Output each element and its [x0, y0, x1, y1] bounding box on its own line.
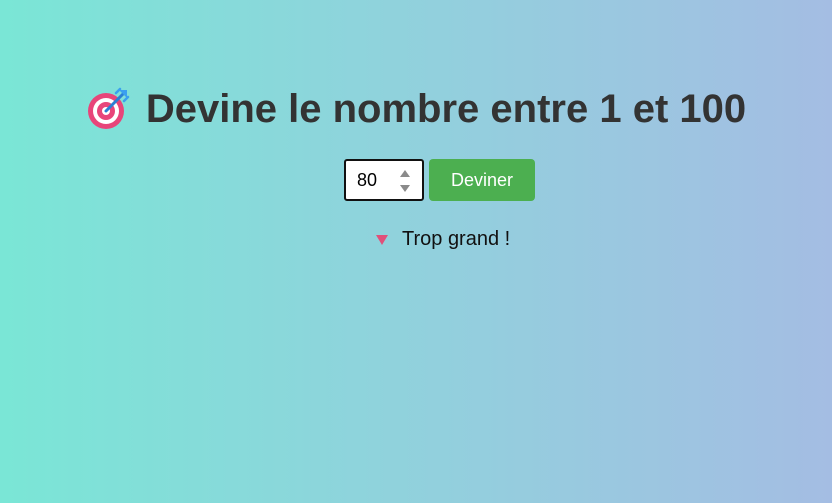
guess-number-input[interactable]: 80 [344, 159, 424, 201]
feedback-text: Trop grand ! [402, 228, 511, 250]
feedback-message: Trop grand ! [374, 228, 510, 251]
number-spinner[interactable] [398, 170, 412, 192]
page-title: Devine le nombre entre 1 et 100 [145, 86, 747, 131]
page-header: Devine le nombre entre 1 et 100 [0, 84, 832, 134]
down-triangle-icon [376, 234, 388, 245]
spinner-down-icon[interactable] [400, 185, 410, 192]
guess-input-value: 80 [357, 169, 378, 190]
spinner-up-icon[interactable] [400, 170, 410, 177]
target-dart-icon [86, 87, 130, 131]
guess-form: 80 Deviner [344, 159, 535, 201]
guess-button[interactable]: Deviner [429, 159, 535, 201]
